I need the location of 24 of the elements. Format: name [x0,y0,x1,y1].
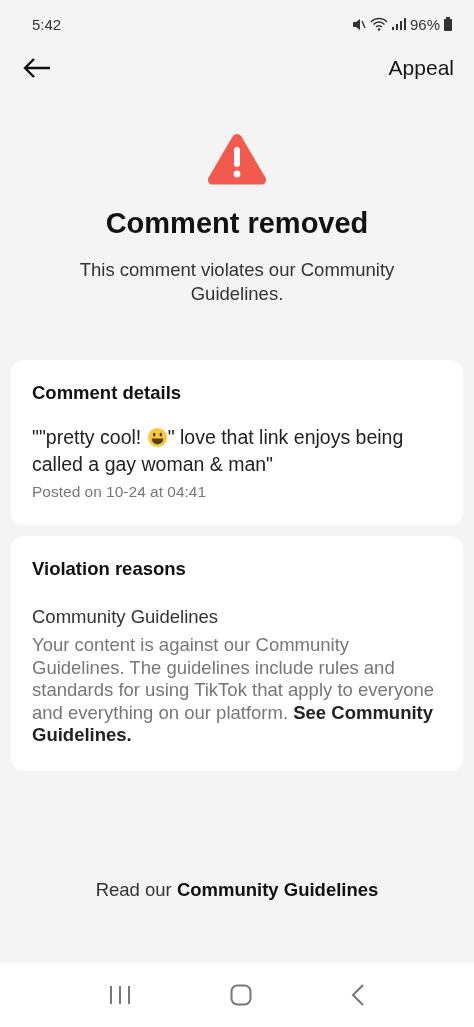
smiley-icon [146,427,168,448]
signal-icon [391,18,406,30]
reason-description: Your content is against our Community Guidelines. The guidelines include rules and standards for using TikTok that apply to everyone and everything on our platform. See Community Guidelines. [32,634,436,747]
battery-percent: 96% [409,15,440,33]
status-time: 5:42 [32,15,62,33]
card-title: Violation reasons [32,558,187,580]
battery-icon [444,17,452,31]
comment-text: ""pretty cool! [32,425,143,450]
guidelines-link[interactable]: Read our Community Guidelines [0,879,474,963]
appeal-button[interactable]: Appeal [388,56,454,80]
card-title: Comment details [32,382,183,404]
comment-text: called a gay woman & man" [32,452,274,477]
back-nav-button[interactable] [350,984,365,1006]
notice-title: Comment removed [105,207,369,240]
recent-apps-button[interactable] [109,985,132,1005]
home-button[interactable] [230,984,252,1006]
back-button[interactable] [22,57,52,79]
reason-title: Community Guidelines [32,606,220,628]
notice-subtitle: This comment violates our Community Guidelines. [78,258,396,306]
wifi-icon [369,17,388,31]
posted-time: Posted on 10-24 at 04:41 [32,483,208,501]
warning-icon [207,132,267,185]
mute-icon [351,17,366,31]
comment-text: " love that link enjoys being [167,425,404,450]
